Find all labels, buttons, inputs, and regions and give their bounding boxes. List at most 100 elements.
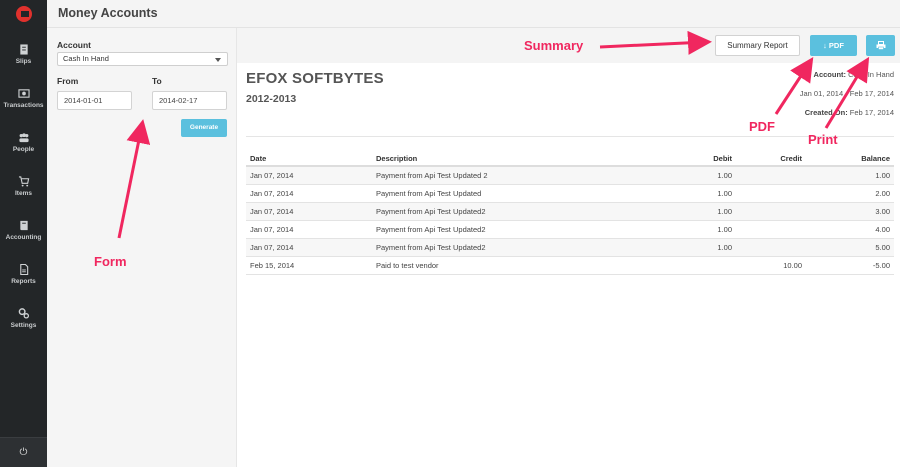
- cart-icon: [18, 175, 29, 187]
- sidebar-item-label: Accounting: [5, 233, 42, 241]
- cell-date: Jan 07, 2014: [246, 202, 372, 221]
- to-date-input[interactable]: 2014-02-17: [152, 91, 227, 110]
- from-label: From: [57, 76, 79, 86]
- transactions-icon: [17, 88, 30, 98]
- account-line: Account: Cash In Hand: [814, 70, 894, 79]
- created-on-label: Created On:: [804, 108, 848, 117]
- cell-balance: 3.00: [806, 202, 894, 221]
- created-on-line: Created On: Feb 17, 2014: [805, 108, 894, 117]
- cell-balance: -5.00: [806, 256, 894, 275]
- column-header-description: Description: [372, 151, 646, 167]
- cell-description: Payment from Api Test Updated: [372, 184, 646, 203]
- cell-debit: 1.00: [646, 220, 736, 239]
- chevron-down-icon: [215, 58, 221, 62]
- table-row: Jan 07, 2014 Payment from Api Test Updat…: [246, 238, 894, 257]
- sidebar-item-accounting[interactable]: Accounting: [0, 208, 47, 252]
- cell-debit: 1.00: [646, 184, 736, 203]
- divider: [246, 136, 894, 137]
- filter-form-panel: Account Cash In Hand From To 2014-01-01 …: [47, 28, 237, 467]
- table-row: Feb 15, 2014 Paid to test vendor 10.00 -…: [246, 256, 894, 275]
- power-button[interactable]: ⏻: [0, 437, 47, 467]
- cell-description: Payment from Api Test Updated2: [372, 220, 646, 239]
- column-header-balance: Balance: [806, 151, 894, 167]
- sidebar-item-label: Settings: [10, 321, 37, 329]
- table-row: Jan 07, 2014 Payment from Api Test Updat…: [246, 220, 894, 239]
- annotation-pdf: PDF: [749, 119, 775, 134]
- cell-debit: 1.00: [646, 238, 736, 257]
- account-select[interactable]: Cash In Hand: [57, 52, 228, 66]
- annotation-summary: Summary: [524, 38, 584, 53]
- cell-description: Payment from Api Test Updated2: [372, 238, 646, 257]
- sidebar-item-label: Reports: [11, 277, 36, 285]
- logo-icon: [15, 6, 32, 22]
- cell-date: Jan 07, 2014: [246, 220, 372, 239]
- sidebar-item-reports[interactable]: Reports: [0, 252, 47, 296]
- sidebar-item-settings[interactable]: Settings: [0, 296, 47, 340]
- cell-date: Jan 07, 2014: [246, 184, 372, 203]
- cell-description: Paid to test vendor: [372, 256, 646, 275]
- generate-button[interactable]: Generate: [181, 119, 227, 137]
- cell-debit: 1.00: [646, 202, 736, 221]
- table-row: Jan 07, 2014 Payment from Api Test Updat…: [246, 202, 894, 221]
- sidebar-item-label: Slips: [15, 57, 32, 65]
- cell-date: Jan 07, 2014: [246, 166, 372, 185]
- cell-balance: 4.00: [806, 220, 894, 239]
- cell-date: Feb 15, 2014: [246, 256, 372, 275]
- cell-debit: 1.00: [646, 166, 736, 185]
- cell-credit: [736, 202, 806, 221]
- cell-balance: 1.00: [806, 166, 894, 185]
- settings-icon: [18, 307, 29, 319]
- account-line-label: Account:: [813, 70, 847, 79]
- cell-debit: [646, 256, 736, 275]
- table-row: Jan 07, 2014 Payment from Api Test Updat…: [246, 166, 894, 185]
- summary-report-button[interactable]: Summary Report: [715, 35, 800, 56]
- pdf-button-label: PDF: [828, 41, 844, 50]
- from-date-input[interactable]: 2014-01-01: [57, 91, 132, 110]
- account-select-value: Cash In Hand: [63, 54, 109, 63]
- cell-credit: [736, 238, 806, 257]
- sidebar-item-label: Items: [15, 189, 32, 197]
- reports-icon: [19, 263, 28, 275]
- cell-balance: 5.00: [806, 238, 894, 257]
- column-header-debit: Debit: [646, 151, 736, 167]
- annotation-form: Form: [94, 254, 127, 269]
- page-title: Money Accounts: [58, 6, 158, 20]
- cell-description: Payment from Api Test Updated2: [372, 202, 646, 221]
- book-icon: [19, 220, 28, 230]
- table-row: Jan 07, 2014 Payment from Api Test Updat…: [246, 184, 894, 203]
- created-on-value: Feb 17, 2014: [849, 108, 894, 117]
- sidebar: Slips Transactions People Items Accounti…: [0, 0, 47, 467]
- people-icon: [18, 132, 29, 142]
- account-line-value: Cash In Hand: [848, 70, 894, 79]
- pdf-button[interactable]: ↓ PDF: [810, 35, 857, 56]
- to-label: To: [152, 76, 162, 86]
- sidebar-item-people[interactable]: People: [0, 120, 47, 164]
- company-name: EFOX SOFTBYTES: [246, 70, 384, 87]
- cell-date: Jan 07, 2014: [246, 238, 372, 257]
- fiscal-period: 2012-2013: [246, 93, 297, 105]
- download-icon: ↓: [823, 41, 827, 50]
- print-button[interactable]: [866, 35, 895, 56]
- pdf-arrow: [774, 56, 814, 115]
- sidebar-item-transactions[interactable]: Transactions: [0, 76, 47, 120]
- date-range: Jan 01, 2014 - Feb 17, 2014: [799, 89, 894, 98]
- page-header: Money Accounts: [47, 0, 900, 28]
- sidebar-item-label: Transactions: [3, 101, 44, 109]
- annotation-print: Print: [808, 132, 838, 147]
- cell-credit: 10.00: [736, 256, 806, 275]
- slips-icon: [19, 43, 28, 55]
- cell-credit: [736, 166, 806, 185]
- power-icon: ⏻: [19, 447, 28, 458]
- app-logo[interactable]: [0, 0, 47, 28]
- sidebar-item-slips[interactable]: Slips: [0, 32, 47, 76]
- cell-credit: [736, 184, 806, 203]
- app-window: Slips Transactions People Items Accounti…: [0, 0, 900, 467]
- column-header-date: Date: [246, 151, 372, 167]
- cell-balance: 2.00: [806, 184, 894, 203]
- cell-description: Payment from Api Test Updated 2: [372, 166, 646, 185]
- sidebar-item-items[interactable]: Items: [0, 164, 47, 208]
- sidebar-item-label: People: [12, 145, 35, 153]
- cell-credit: [736, 220, 806, 239]
- ledger-table: Date Description Debit Credit Balance Ja…: [246, 151, 894, 275]
- column-header-credit: Credit: [736, 151, 806, 167]
